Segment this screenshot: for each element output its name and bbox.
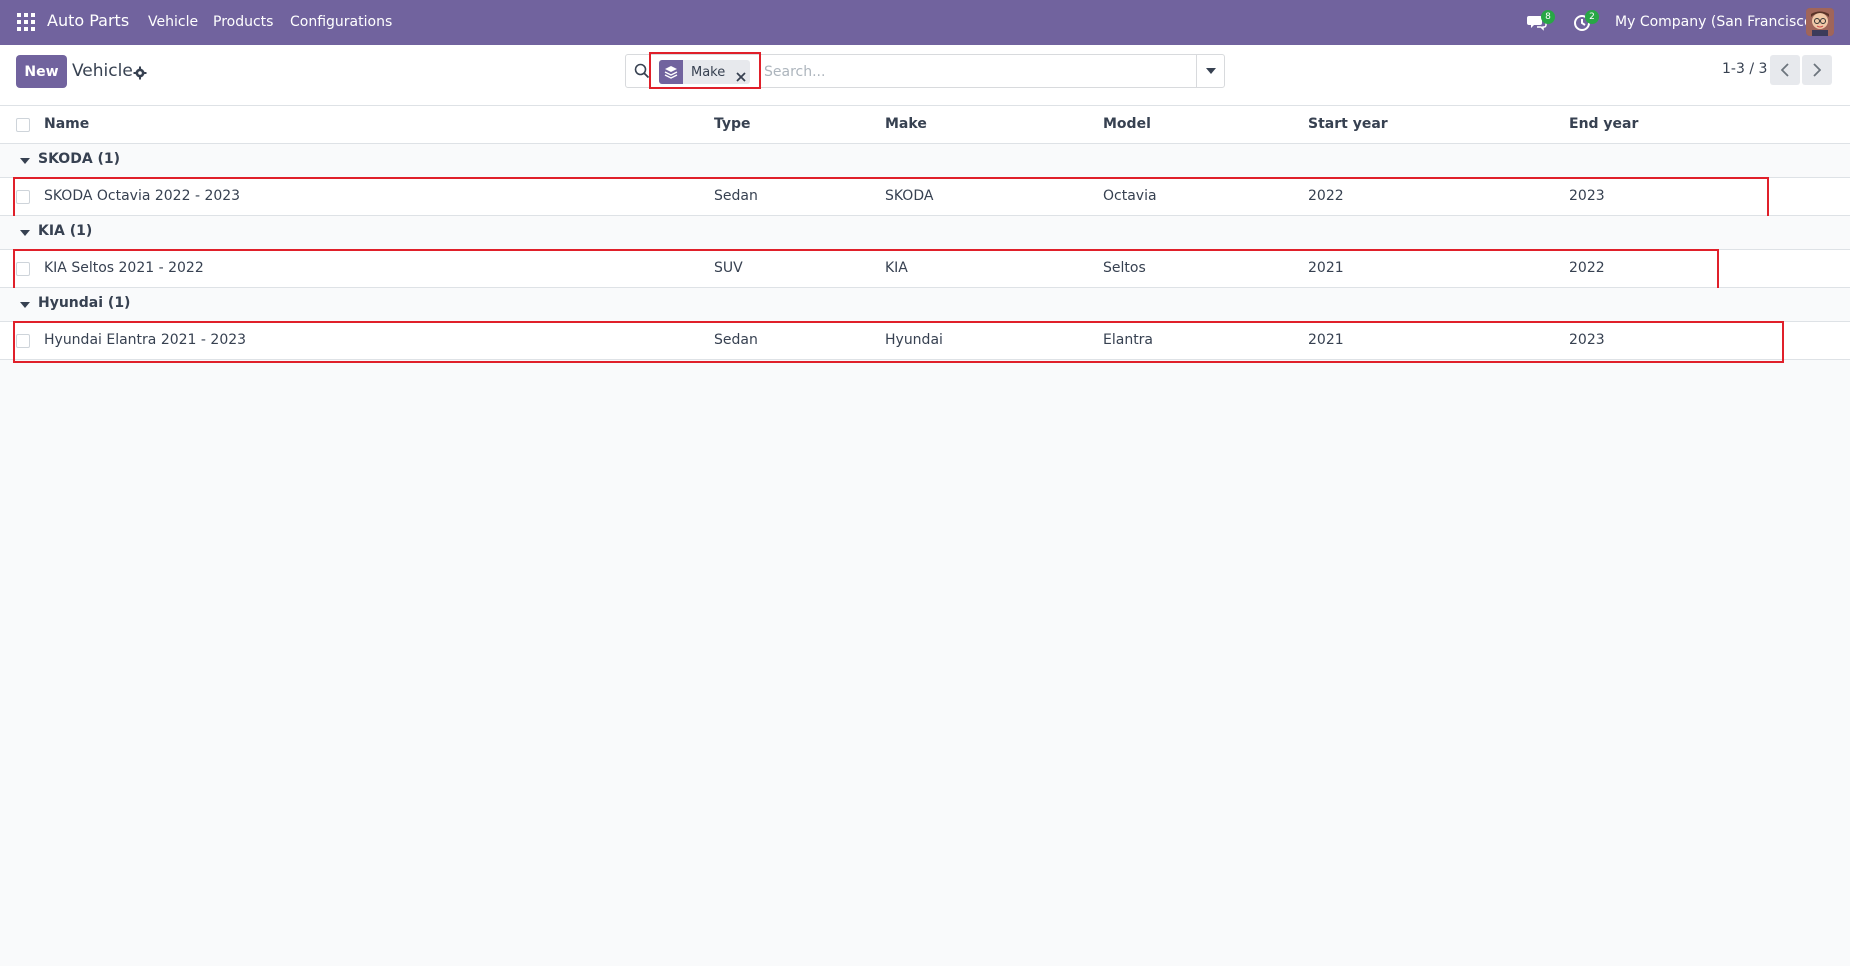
cell-model: Octavia [1103, 188, 1157, 204]
facet-label: Make [691, 64, 726, 80]
cell-type: SUV [714, 260, 743, 276]
page-title: Vehicle [72, 61, 133, 81]
group-row-hyundai[interactable]: Hyundai (1) [0, 288, 1850, 322]
column-header-start-year[interactable]: Start year [1308, 116, 1388, 132]
column-header-type[interactable]: Type [714, 116, 751, 132]
chevron-right-icon [1813, 63, 1821, 77]
column-header-end-year[interactable]: End year [1569, 116, 1638, 132]
cell-model: Seltos [1103, 260, 1146, 276]
search-icon [634, 63, 650, 79]
pager-next-button[interactable] [1802, 55, 1832, 85]
group-by-facet[interactable]: Make [659, 60, 750, 84]
layers-icon [659, 60, 683, 84]
row-checkbox[interactable] [16, 334, 30, 348]
app-brand[interactable]: Auto Parts [47, 11, 129, 30]
cell-name: SKODA Octavia 2022 - 2023 [44, 188, 241, 204]
cell-start-year: 2021 [1308, 260, 1344, 276]
menu-item-vehicle[interactable]: Vehicle [148, 14, 198, 30]
control-panel: New Vehicle Make Search... 1-3 / 3 [0, 45, 1850, 106]
select-all-checkbox[interactable] [16, 118, 30, 132]
group-label: SKODA (1) [38, 151, 121, 167]
vehicle-list-table: Name Type Make Model Start year End year… [0, 106, 1850, 363]
caret-down-icon [20, 230, 30, 236]
caret-down-icon [1205, 68, 1216, 74]
cell-end-year: 2022 [1569, 260, 1605, 276]
pager-value[interactable]: 1-3 / 3 [1722, 61, 1767, 77]
group-label: Hyundai (1) [38, 295, 131, 311]
activities-badge: 2 [1585, 10, 1599, 24]
cell-end-year: 2023 [1569, 332, 1605, 348]
new-button[interactable]: New [16, 55, 67, 88]
cell-make: Hyundai [885, 332, 943, 348]
gear-icon[interactable] [133, 65, 147, 80]
user-avatar[interactable] [1806, 8, 1834, 36]
cell-start-year: 2021 [1308, 332, 1344, 348]
search-options-toggle[interactable] [1196, 55, 1224, 87]
table-row[interactable]: KIA Seltos 2021 - 2022 SUV KIA Seltos 20… [0, 249, 1850, 291]
cell-make: SKODA [885, 188, 934, 204]
row-checkbox[interactable] [16, 262, 30, 276]
cell-end-year: 2023 [1569, 188, 1605, 204]
column-header-name[interactable]: Name [44, 116, 89, 132]
row-highlight-box [13, 249, 1719, 291]
cell-name: Hyundai Elantra 2021 - 2023 [44, 332, 247, 348]
caret-down-icon [20, 302, 30, 308]
cell-type: Sedan [714, 188, 758, 204]
cell-type: Sedan [714, 332, 758, 348]
app-grid-icon[interactable] [17, 13, 35, 31]
pager-previous-button[interactable] [1770, 55, 1800, 85]
close-icon[interactable] [736, 67, 746, 82]
company-switcher[interactable]: My Company (San Francisco) [1615, 14, 1818, 30]
menu-item-products[interactable]: Products [213, 14, 273, 30]
search-bar: Make [625, 54, 1225, 88]
chevron-left-icon [1781, 63, 1789, 77]
caret-down-icon [20, 158, 30, 164]
messages-badge: 8 [1541, 10, 1555, 24]
table-header: Name Type Make Model Start year End year [0, 106, 1850, 144]
group-label: KIA (1) [38, 223, 93, 239]
menu-item-configurations[interactable]: Configurations [290, 14, 392, 30]
group-row-kia[interactable]: KIA (1) [0, 216, 1850, 250]
column-header-model[interactable]: Model [1103, 116, 1151, 132]
table-row[interactable]: Hyundai Elantra 2021 - 2023 Sedan Hyunda… [0, 321, 1850, 363]
cell-make: KIA [885, 260, 908, 276]
top-navbar: Auto Parts Vehicle Products Configuratio… [0, 0, 1850, 45]
cell-model: Elantra [1103, 332, 1154, 348]
column-header-make[interactable]: Make [885, 116, 927, 132]
table-row[interactable]: SKODA Octavia 2022 - 2023 Sedan SKODA Oc… [0, 177, 1850, 219]
group-row-skoda[interactable]: SKODA (1) [0, 144, 1850, 178]
search-input[interactable] [764, 61, 1064, 83]
row-checkbox[interactable] [16, 190, 30, 204]
cell-name: KIA Seltos 2021 - 2022 [44, 260, 204, 276]
cell-start-year: 2022 [1308, 188, 1344, 204]
